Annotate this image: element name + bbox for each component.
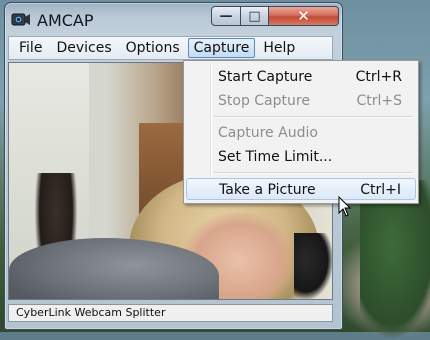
video-headset <box>294 233 332 299</box>
menu-help[interactable]: Help <box>257 38 301 58</box>
capture-menu-dropdown: Start Capture Ctrl+R Stop Capture Ctrl+S… <box>183 60 419 204</box>
close-icon: ✕ <box>297 6 310 25</box>
menu-item-capture-audio: Capture Audio <box>186 122 416 144</box>
status-text: CyberLink Webcam Splitter <box>16 306 166 319</box>
close-button[interactable]: ✕ <box>269 6 339 26</box>
desktop-tree <box>360 180 430 340</box>
status-bar: CyberLink Webcam Splitter <box>8 304 333 322</box>
menu-item-label: Capture Audio <box>218 125 318 141</box>
menu-devices[interactable]: Devices <box>50 38 117 58</box>
menu-item-shortcut: Ctrl+R <box>355 69 402 85</box>
menu-item-set-time-limit[interactable]: Set Time Limit... <box>186 146 416 168</box>
menu-item-label: Stop Capture <box>218 93 310 109</box>
menu-separator <box>214 172 412 174</box>
menu-item-stop-capture: Stop Capture Ctrl+S <box>186 90 416 112</box>
minimize-icon: — <box>219 8 233 24</box>
menu-bar: File Devices Options Capture Help <box>8 36 333 60</box>
maximize-icon: □ <box>248 8 261 24</box>
minimize-button[interactable]: — <box>211 6 241 26</box>
menu-separator <box>214 116 412 118</box>
menu-item-take-a-picture[interactable]: Take a Picture Ctrl+I <box>186 178 416 200</box>
menu-item-label: Start Capture <box>218 69 313 85</box>
window-title: AMCAP <box>37 11 94 30</box>
maximize-button[interactable]: □ <box>241 6 269 26</box>
menu-item-label: Set Time Limit... <box>218 149 333 165</box>
menu-capture[interactable]: Capture <box>187 38 256 58</box>
menu-item-shortcut: Ctrl+I <box>360 182 401 198</box>
arrow-cursor-icon <box>338 196 352 217</box>
menu-item-label: Take a Picture <box>219 182 316 198</box>
webcam-icon[interactable] <box>11 11 31 29</box>
menu-options[interactable]: Options <box>120 38 186 58</box>
menu-item-start-capture[interactable]: Start Capture Ctrl+R <box>186 66 416 88</box>
menu-file[interactable]: File <box>13 38 48 58</box>
menu-item-shortcut: Ctrl+S <box>356 93 402 109</box>
